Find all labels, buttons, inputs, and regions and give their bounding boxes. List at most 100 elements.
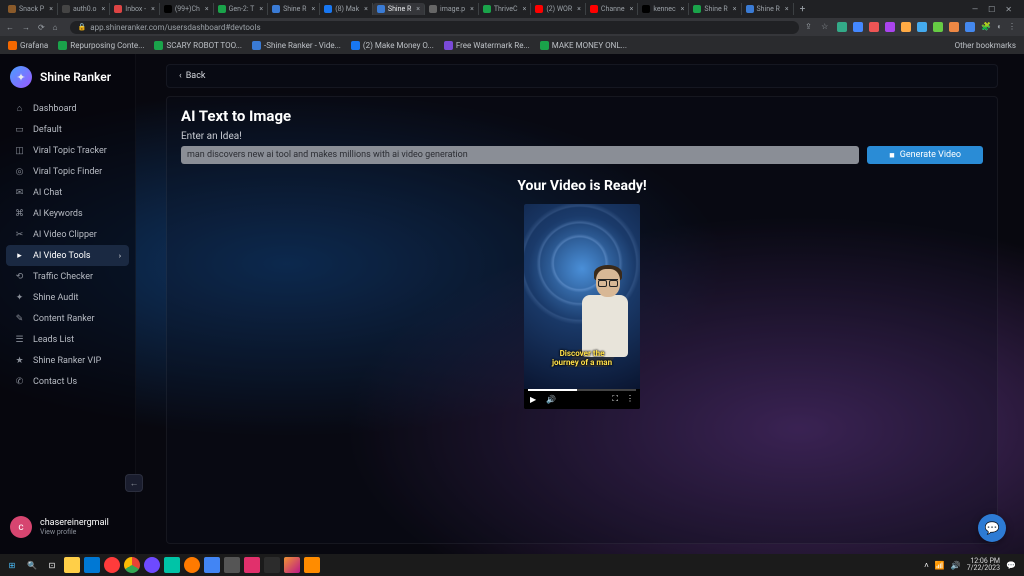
browser-tab[interactable]: (2) WOR× [531, 3, 586, 15]
reload-icon[interactable]: ⟳ [38, 23, 45, 32]
ext-menu-icon[interactable]: 🧩 [981, 22, 991, 32]
app-icon[interactable] [224, 557, 240, 573]
close-icon[interactable]: × [733, 5, 737, 13]
sidebar-item[interactable]: ✎Content Ranker [6, 308, 129, 329]
bookmark-item[interactable]: Grafana [8, 41, 48, 50]
browser-tab[interactable]: Shine R× [689, 3, 741, 15]
app-icon[interactable] [204, 557, 220, 573]
back-icon[interactable]: ← [6, 23, 14, 32]
explorer-icon[interactable] [64, 557, 80, 573]
star-icon[interactable]: ☆ [821, 22, 831, 32]
sidebar-item[interactable]: ▭Default [6, 119, 129, 140]
browser-tab[interactable]: Gen-2: T× [214, 3, 268, 15]
browser-tab[interactable]: kennec× [638, 3, 689, 15]
wifi-icon[interactable]: 📶 [935, 561, 945, 570]
sidebar-item[interactable]: ✂AI Video Clipper [6, 224, 129, 245]
generate-video-button[interactable]: ■ Generate Video [867, 146, 983, 164]
browser-tab[interactable]: Snack P× [4, 3, 58, 15]
clock[interactable]: 12:06 PM 7/22/2023 [967, 558, 1000, 572]
sidebar-item[interactable]: ▸AI Video Tools› [6, 245, 129, 266]
user-block[interactable]: c chasereinergmail View profile [0, 508, 135, 546]
close-icon[interactable]: × [416, 5, 420, 13]
chat-fab[interactable]: 💬 [978, 514, 1006, 542]
close-icon[interactable]: × [259, 5, 263, 13]
fullscreen-icon[interactable]: ⛶ [612, 394, 618, 404]
ext-icon[interactable] [869, 22, 879, 32]
bookmark-item[interactable]: -Shine Ranker - Vide... [252, 41, 341, 50]
maximize-icon[interactable]: ☐ [988, 5, 995, 14]
app-icon[interactable] [244, 557, 260, 573]
profile-icon[interactable]: ◐ [997, 22, 1002, 32]
ext-icon[interactable] [901, 22, 911, 32]
share-icon[interactable]: ⇪ [805, 22, 815, 32]
ext-icon[interactable] [837, 22, 847, 32]
search-icon[interactable]: 🔍 [24, 557, 40, 573]
browser-tab[interactable]: (8) Mak× [320, 3, 373, 15]
sidebar-item[interactable]: ✉AI Chat [6, 182, 129, 203]
chrome-icon[interactable] [124, 557, 140, 573]
ext-icon[interactable] [853, 22, 863, 32]
bookmark-item[interactable]: (2) Make Money O... [351, 41, 434, 50]
app-icon[interactable] [84, 557, 100, 573]
browser-tab[interactable]: (99+)Ch× [160, 3, 214, 15]
video-preview[interactable]: Discover the journey of a man ▶ 🔊 ⛶ ⋮ [524, 204, 640, 409]
app-icon[interactable] [264, 557, 280, 573]
close-icon[interactable]: × [577, 5, 581, 13]
close-icon[interactable]: × [523, 5, 527, 13]
app-icon[interactable] [164, 557, 180, 573]
browser-tab[interactable]: Shine R× [373, 3, 425, 15]
bookmark-item[interactable]: Repurposing Conte... [58, 41, 144, 50]
progress-bar[interactable] [528, 389, 636, 391]
url-bar[interactable]: 🔒 app.shineranker.com/usersdashboard#dev… [70, 21, 800, 34]
close-icon[interactable]: × [49, 5, 53, 13]
bookmark-item[interactable]: MAKE MONEY ONL... [540, 41, 627, 50]
close-icon[interactable]: × [151, 5, 155, 13]
menu-icon[interactable]: ⋮ [1008, 22, 1018, 32]
back-button[interactable]: ‹ Back [166, 64, 998, 88]
browser-tab[interactable]: Shine R× [742, 3, 794, 15]
browser-tab[interactable]: Inbox -× [110, 3, 160, 15]
home-icon[interactable]: ⌂ [53, 23, 58, 32]
app-icon[interactable] [284, 557, 300, 573]
browser-tab[interactable]: Channe× [586, 3, 638, 15]
sound-icon[interactable]: 🔊 [951, 561, 961, 570]
close-icon[interactable]: × [311, 5, 315, 13]
app-icon[interactable] [304, 557, 320, 573]
browser-tab[interactable]: Shine R× [268, 3, 320, 15]
ext-icon[interactable] [949, 22, 959, 32]
close-icon[interactable]: × [630, 5, 634, 13]
close-icon[interactable]: × [205, 5, 209, 13]
new-tab-button[interactable]: + [794, 4, 812, 15]
notifications-icon[interactable]: 💬 [1006, 561, 1016, 570]
idea-input[interactable] [181, 146, 859, 164]
taskview-icon[interactable]: ⊡ [44, 557, 60, 573]
brand[interactable]: ✦ Shine Ranker [0, 62, 135, 98]
close-icon[interactable]: × [364, 5, 368, 13]
close-icon[interactable]: × [470, 5, 474, 13]
sidebar-item[interactable]: ⌂Dashboard [6, 98, 129, 119]
sidebar-item[interactable]: ⌘AI Keywords [6, 203, 129, 224]
close-icon[interactable]: × [102, 5, 106, 13]
play-icon[interactable]: ▶ [530, 395, 536, 404]
minimize-icon[interactable]: — [972, 5, 978, 14]
app-icon[interactable] [184, 557, 200, 573]
other-bookmarks[interactable]: Other bookmarks [952, 41, 1016, 50]
ext-icon[interactable] [917, 22, 927, 32]
sidebar-item[interactable]: ☰Leads List [6, 329, 129, 350]
sidebar-item[interactable]: ★Shine Ranker VIP [6, 350, 129, 371]
ext-icon[interactable] [933, 22, 943, 32]
ext-icon[interactable] [885, 22, 895, 32]
sidebar-item[interactable]: ◎Viral Topic Finder [6, 161, 129, 182]
start-icon[interactable]: ⊞ [4, 557, 20, 573]
app-icon[interactable] [104, 557, 120, 573]
close-icon[interactable]: × [785, 5, 789, 13]
volume-icon[interactable]: 🔊 [546, 395, 556, 404]
ext-icon[interactable] [965, 22, 975, 32]
browser-tab[interactable]: image.p× [425, 3, 479, 15]
tray-chevron-icon[interactable]: ˄ [924, 561, 929, 570]
sidebar-item[interactable]: ◫Viral Topic Tracker [6, 140, 129, 161]
sidebar-item[interactable]: ⟲Traffic Checker [6, 266, 129, 287]
close-icon[interactable]: ✕ [1005, 5, 1012, 14]
forward-icon[interactable]: → [22, 23, 30, 32]
bookmark-item[interactable]: Free Watermark Re... [444, 41, 530, 50]
